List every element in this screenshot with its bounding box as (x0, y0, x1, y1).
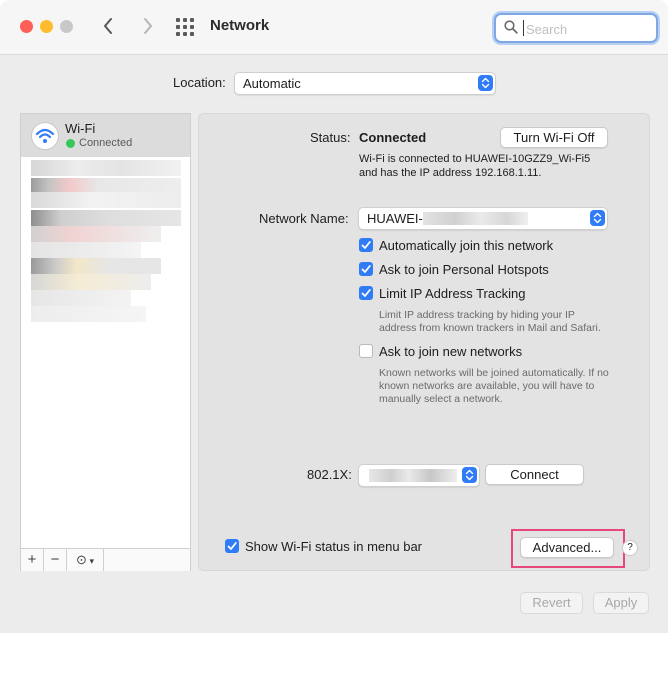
show-wifi-menu-bar-checkbox[interactable] (225, 539, 239, 553)
zoom-window-button[interactable] (60, 20, 73, 33)
wifi-detail-pane (198, 113, 650, 571)
network-preferences-window: Network Location: Automatic (0, 0, 668, 633)
service-name: Wi-Fi (65, 121, 96, 136)
status-label: Status: (310, 130, 351, 145)
limit-ip-description-line2: address from known trackers in Mail and … (379, 322, 601, 334)
obscured-service-item[interactable] (31, 192, 181, 208)
ask-new-description-line3: manually select a network. (379, 393, 503, 405)
status-description-line1: Wi-Fi is connected to HUAWEI-10GZZ9_Wi-F… (359, 153, 591, 165)
status-description-line2: and has the IP address 192.168.1.11. (359, 167, 542, 179)
service-status: Connected (79, 137, 133, 149)
search-input[interactable] (524, 18, 652, 40)
action-icon: ⊙ (76, 552, 87, 567)
auto-join-label[interactable]: Automatically join this network (379, 238, 553, 253)
checkmark-icon (361, 265, 371, 273)
obscured-service-item[interactable] (31, 306, 146, 322)
checkmark-icon (227, 542, 237, 550)
popup-stepper-icon (590, 210, 605, 226)
popup-stepper-icon (462, 467, 477, 483)
apply-button[interactable]: Apply (593, 592, 649, 614)
checkmark-icon (361, 241, 371, 249)
search-icon (504, 20, 518, 34)
ask-join-new-networks-label[interactable]: Ask to join new networks (379, 344, 522, 359)
ask-join-new-networks-checkbox[interactable] (359, 344, 373, 358)
status-value: Connected (359, 130, 427, 145)
limit-ip-description-line1: Limit IP address tracking by hiding your… (379, 309, 575, 321)
dot1x-label: 802.1X: (307, 467, 352, 482)
obscured-network-name (423, 212, 528, 225)
action-menu-button[interactable]: ⊙ ▾ (67, 549, 104, 571)
personal-hotspots-label[interactable]: Ask to join Personal Hotspots (379, 262, 549, 277)
obscured-service-item[interactable] (31, 160, 181, 176)
wifi-icon (31, 122, 59, 150)
obscured-service-item[interactable] (31, 274, 151, 290)
turn-wifi-off-button[interactable]: Turn Wi-Fi Off (500, 127, 608, 148)
revert-button[interactable]: Revert (520, 592, 583, 614)
show-wifi-menu-bar-label[interactable]: Show Wi-Fi status in menu bar (245, 539, 422, 554)
window-title: Network (210, 17, 270, 34)
obscured-profile-name (369, 469, 457, 482)
service-item-wifi[interactable]: Wi-Fi Connected (21, 114, 190, 157)
back-arrow-icon[interactable] (98, 15, 120, 37)
ask-new-description-line1: Known networks will be joined automatica… (379, 367, 609, 379)
obscured-service-item[interactable] (31, 290, 131, 306)
advanced-button[interactable]: Advanced... (520, 537, 614, 558)
location-value: Automatic (243, 76, 301, 91)
obscured-service-item[interactable] (31, 210, 181, 226)
dot1x-popup[interactable] (358, 464, 480, 487)
minimize-window-button[interactable] (40, 20, 53, 33)
service-list: Wi-Fi Connected + − ⊙ ▾ (20, 113, 191, 571)
auto-join-checkbox[interactable] (359, 238, 373, 252)
checkmark-icon (361, 289, 371, 297)
connect-button[interactable]: Connect (485, 464, 584, 485)
chevron-down-icon: ▾ (86, 556, 94, 566)
popup-stepper-icon (478, 75, 493, 91)
search-field[interactable] (494, 13, 658, 43)
close-window-button[interactable] (20, 20, 33, 33)
obscured-service-item[interactable] (31, 258, 161, 274)
add-service-button[interactable]: + (21, 549, 44, 571)
location-label: Location: (173, 75, 226, 90)
forward-arrow-icon[interactable] (136, 15, 158, 37)
obscured-service-item[interactable] (31, 226, 161, 242)
ask-new-description-line2: known networks are available, you will h… (379, 380, 595, 392)
connected-status-dot (66, 139, 75, 148)
service-list-toolbar: + − ⊙ ▾ (21, 548, 190, 571)
obscured-service-item[interactable] (31, 242, 141, 258)
help-button[interactable]: ? (622, 540, 638, 556)
show-all-grid-icon[interactable] (176, 18, 194, 36)
location-popup[interactable]: Automatic (234, 72, 496, 95)
network-name-label: Network Name: (259, 211, 349, 226)
personal-hotspots-checkbox[interactable] (359, 262, 373, 276)
title-bar: Network (0, 0, 668, 55)
limit-ip-tracking-label[interactable]: Limit IP Address Tracking (379, 286, 525, 301)
network-name-value: HUAWEI- (367, 211, 423, 226)
limit-ip-tracking-checkbox[interactable] (359, 286, 373, 300)
remove-service-button[interactable]: − (44, 549, 67, 571)
network-name-popup[interactable]: HUAWEI- (358, 207, 608, 230)
